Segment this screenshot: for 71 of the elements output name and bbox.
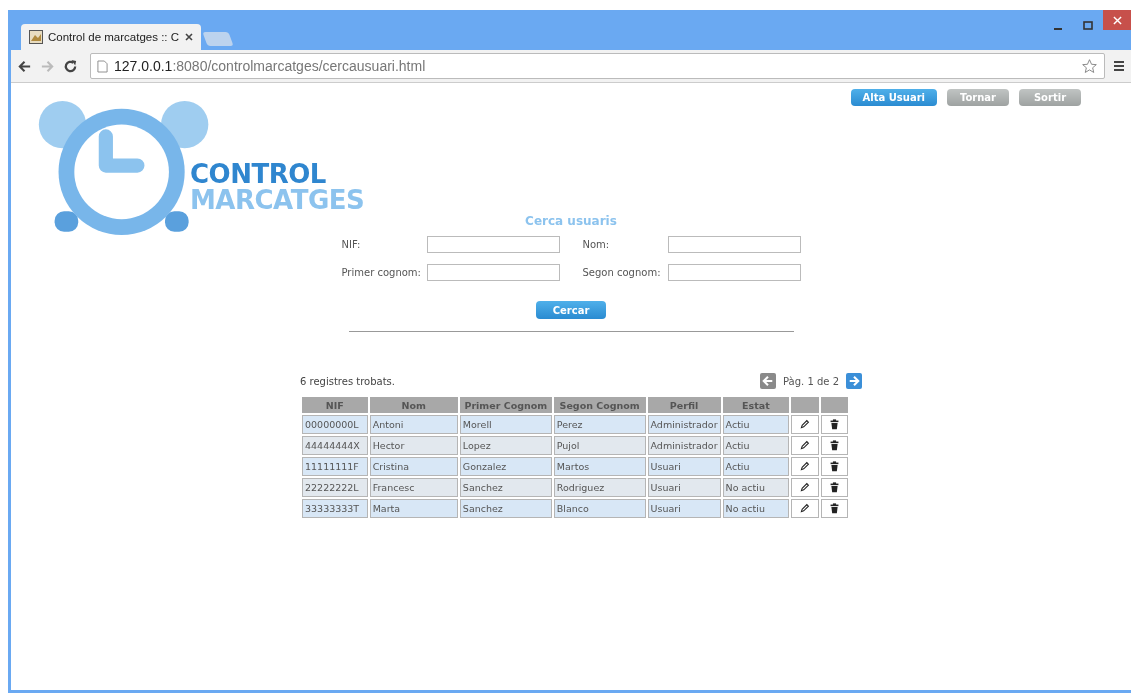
table-cell: 00000000L	[302, 415, 368, 434]
address-bar[interactable]: 127.0.0.1:8080/controlmarcatges/cercausuari.html	[90, 53, 1105, 79]
table-cell: Cristina	[369, 457, 458, 476]
table-cell: Actiu	[722, 436, 790, 455]
column-header: Perfil	[647, 397, 721, 413]
table-cell: Gonzalez	[459, 457, 552, 476]
menu-icon[interactable]	[1113, 60, 1125, 72]
table-cell: 33333333T	[302, 499, 368, 518]
table-cell: Martos	[553, 457, 646, 476]
previous-page-button[interactable]	[760, 373, 776, 389]
table-cell: Blanco	[553, 499, 646, 518]
table-cell: Pujol	[553, 436, 646, 455]
column-header: Primer Cognom	[459, 397, 552, 413]
maximize-icon[interactable]	[1082, 20, 1094, 32]
table-cell: Administrador	[647, 436, 721, 455]
table-cell: Antoni	[369, 415, 458, 434]
close-icon[interactable]	[185, 33, 193, 41]
page-icon	[97, 59, 108, 73]
page-indicator: Pàg. 1 de 2	[783, 375, 839, 387]
window-close-button[interactable]	[1103, 10, 1131, 30]
reload-icon[interactable]	[63, 58, 78, 74]
table-cell: No actiu	[722, 499, 790, 518]
column-header: Segon Cognom	[553, 397, 646, 413]
header-button[interactable]: Tornar	[947, 89, 1009, 106]
table-cell: 22222222L	[302, 478, 368, 497]
table-cell: Rodriguez	[553, 478, 646, 497]
table-cell: Usuari	[647, 478, 721, 497]
favicon-icon	[29, 30, 43, 44]
column-header: NIF	[302, 397, 368, 413]
table-cell: Lopez	[459, 436, 552, 455]
table-cell: Actiu	[722, 457, 790, 476]
back-icon[interactable]	[17, 58, 32, 74]
field-label: Nom:	[581, 239, 611, 250]
table-cell: Perez	[553, 415, 646, 434]
table-cell: Usuari	[647, 499, 721, 518]
table-cell: 11111111F	[302, 457, 368, 476]
table-cell: Hector	[369, 436, 458, 455]
input-field[interactable]	[426, 264, 560, 281]
form-title: Cerca usuaris	[525, 214, 617, 228]
table-cell: Sanchez	[459, 499, 552, 518]
browser-tab[interactable]: Control de marcatges :: C	[21, 24, 201, 50]
column-header: Estat	[722, 397, 790, 413]
input-field[interactable]	[426, 236, 560, 253]
table-cell: Morell	[459, 415, 552, 434]
search-button[interactable]: Cercar	[536, 301, 606, 319]
header-button[interactable]: Alta Usuari	[850, 89, 937, 106]
next-page-button[interactable]	[846, 373, 862, 389]
column-header: Nom	[369, 397, 458, 413]
table-cell: Actiu	[722, 415, 790, 434]
column-header	[791, 397, 819, 413]
field-label: Segon cognom:	[581, 267, 662, 278]
logo-title: CONTROL	[190, 161, 327, 187]
table-cell: Usuari	[647, 457, 721, 476]
table-cell: 44444444X	[302, 436, 368, 455]
column-header	[820, 397, 848, 413]
field-label: Primer cognom:	[341, 267, 422, 278]
close-icon	[1112, 15, 1122, 25]
table-cell: Administrador	[647, 415, 721, 434]
input-field[interactable]	[667, 264, 801, 281]
table-cell: Francesc	[369, 478, 458, 497]
header-button[interactable]: Sortir	[1019, 89, 1081, 106]
input-field[interactable]	[667, 236, 801, 253]
star-icon[interactable]	[1081, 57, 1098, 75]
tab-title: Control de marcatges :: C	[48, 31, 180, 43]
url-text: 127.0.0.1:8080/controlmarcatges/cercausuari.html	[114, 58, 427, 74]
table-cell: Marta	[369, 499, 458, 518]
table-cell: No actiu	[722, 478, 790, 497]
field-label: NIF:	[341, 239, 362, 250]
logo-subtitle: MARCATGES	[190, 187, 365, 213]
table-cell: Sanchez	[459, 478, 552, 497]
results-count: 6 registres trobats.	[300, 375, 395, 387]
